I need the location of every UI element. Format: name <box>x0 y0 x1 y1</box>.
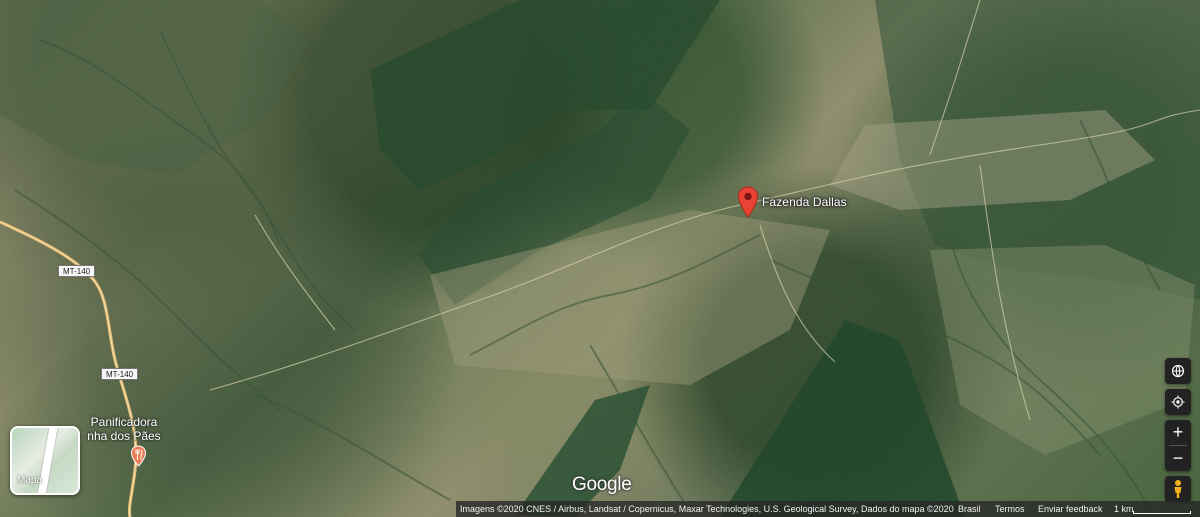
my-location-button[interactable] <box>1165 389 1191 415</box>
google-logo: Google <box>572 474 632 495</box>
map-type-button[interactable]: Mapa <box>10 426 80 495</box>
globe-icon <box>1171 364 1185 378</box>
route-sign-mt140: MT-140 <box>101 368 139 380</box>
zoom-controls: + − <box>1165 420 1191 471</box>
restaurant-fork-icon[interactable] <box>130 445 147 467</box>
satellite-grain <box>0 0 1200 517</box>
street-view-button[interactable] <box>1165 476 1191 502</box>
zoom-in-button[interactable]: + <box>1165 420 1191 445</box>
zoom-out-button[interactable]: − <box>1165 446 1191 471</box>
scale-label: 1 km <box>1114 504 1134 514</box>
poi-label[interactable]: Panificadora nha dos Pães <box>83 415 165 443</box>
image-attribution: Imagens ©2020 CNES / Airbus, Landsat / C… <box>460 504 954 514</box>
country-link[interactable]: Brasil <box>958 501 981 517</box>
place-marker-label[interactable]: Fazenda Dallas <box>762 195 847 209</box>
my-location-icon <box>1171 395 1185 409</box>
terms-link[interactable]: Termos <box>995 501 1025 517</box>
pegman-icon <box>1174 480 1182 498</box>
send-feedback-link[interactable]: Enviar feedback <box>1038 501 1103 517</box>
scale-bar <box>1133 511 1191 514</box>
map-type-label: Mapa <box>17 475 43 486</box>
globe-button[interactable] <box>1165 358 1191 384</box>
map-footer: Imagens ©2020 CNES / Airbus, Landsat / C… <box>456 501 1200 517</box>
satellite-map[interactable]: MT-140 MT-140 Fazenda Dallas Panificador… <box>0 0 1200 517</box>
red-location-pin-icon[interactable] <box>737 186 759 218</box>
map-controls: + − <box>1165 358 1191 502</box>
satellite-terrain <box>0 0 1200 517</box>
route-sign-mt140: MT-140 <box>58 265 96 277</box>
